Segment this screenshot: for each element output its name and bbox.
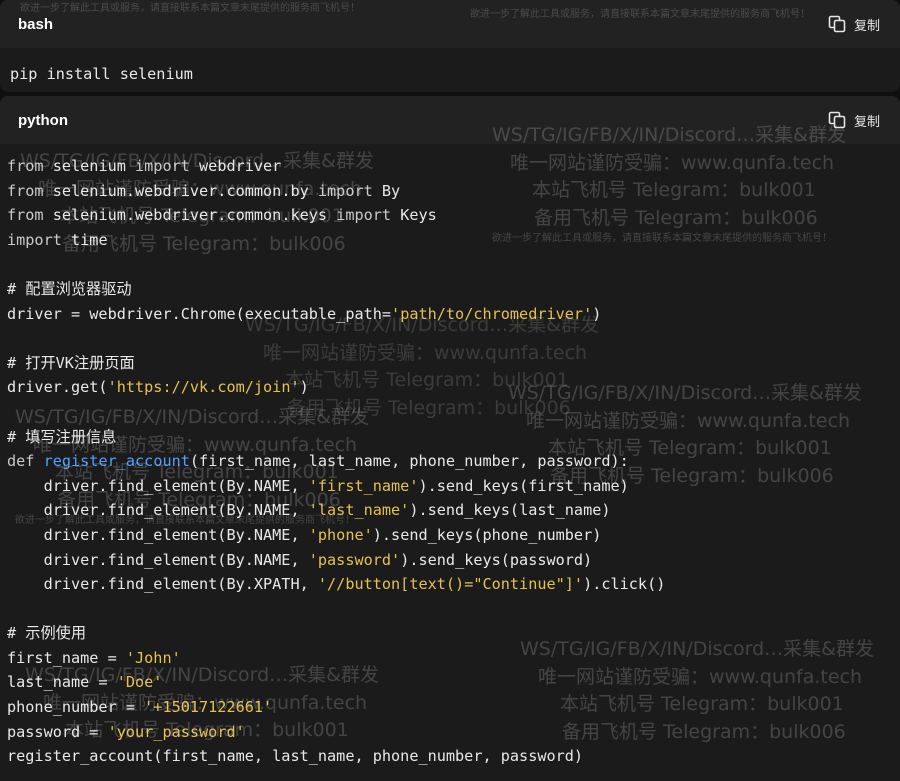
code-text: (first_name, last_name, phone_number, pa… xyxy=(189,452,629,471)
code-line: # 打开VK注册页面 xyxy=(7,351,900,376)
code-keyword: from xyxy=(7,181,44,200)
code-line: first_name = 'John' xyxy=(7,646,900,671)
code-text: By xyxy=(372,181,401,200)
code-text: phone_number = xyxy=(7,698,145,717)
code-text: ) xyxy=(299,378,309,397)
code-string: 'John' xyxy=(125,648,181,667)
code-string: 'path/to/chromedriver' xyxy=(391,304,593,323)
code-string: '//button[text()="Continue"]' xyxy=(317,575,584,594)
code-line: driver.find_element(By.NAME, 'phone').se… xyxy=(7,523,900,548)
code-text: driver.find_element(By.NAME, xyxy=(7,525,309,544)
code-line: # 示例使用 xyxy=(7,621,900,646)
bash-language-label: bash xyxy=(18,15,54,33)
code-keyword: import xyxy=(317,181,373,200)
python-language-label: python xyxy=(18,111,68,129)
code-line: def register_account(first_name, last_na… xyxy=(7,449,900,474)
code-line: driver.get('https://vk.com/join') xyxy=(7,375,900,400)
bash-code-header: bash 复制 xyxy=(0,0,900,48)
code-text: selenium.webdriver.common.keys xyxy=(43,206,337,225)
code-text: ) xyxy=(592,304,602,323)
code-line: register_account(first_name, last_name, … xyxy=(7,744,900,769)
code-text: selenium.webdriver.common.by xyxy=(43,181,318,200)
code-line: driver.find_element(By.NAME, 'password')… xyxy=(7,548,900,573)
code-line: import time xyxy=(7,228,900,253)
bash-code: pip install selenium xyxy=(10,65,193,83)
code-string: 'your_password' xyxy=(107,722,245,741)
code-comment: # 示例使用 xyxy=(7,624,87,643)
code-line: # 填写注册信息 xyxy=(7,425,900,450)
code-keyword: import xyxy=(336,206,392,225)
code-text: last_name = xyxy=(7,673,117,692)
code-line: driver.find_element(By.NAME, 'last_name'… xyxy=(7,498,900,523)
code-text: driver.find_element(By.XPATH, xyxy=(7,575,318,594)
bash-copy-button[interactable]: 复制 xyxy=(828,15,880,34)
code-text: driver.find_element(By.NAME, xyxy=(7,476,309,495)
code-line: driver.find_element(By.NAME, 'first_name… xyxy=(7,474,900,499)
code-comment: # 填写注册信息 xyxy=(7,427,117,446)
code-keyword: import xyxy=(135,157,190,175)
code-text: driver = webdriver.Chrome(executable_pat… xyxy=(7,304,392,323)
code-line: from selenium.webdriver.common.by import… xyxy=(7,179,900,204)
code-text: driver.find_element(By.NAME, xyxy=(7,501,309,520)
code-string: 'password' xyxy=(308,550,401,569)
code-line: driver.find_element(By.XPATH, '//button[… xyxy=(7,572,900,597)
code-line: from selenium import webdriver xyxy=(7,154,900,179)
code-text: ).send_keys(password) xyxy=(400,550,593,569)
code-keyword: from xyxy=(7,157,44,175)
code-string: 'https://vk.com/join' xyxy=(107,378,300,397)
code-comment: # 打开VK注册页面 xyxy=(7,353,135,372)
code-text: webdriver xyxy=(189,157,282,175)
code-line: last_name = 'Doe' xyxy=(7,670,900,695)
code-line: phone_number = '+15017122661' xyxy=(7,695,900,720)
code-text: Keys xyxy=(391,206,437,225)
code-string: '+15017122661' xyxy=(144,698,273,717)
code-text: ).send_keys(first_name) xyxy=(418,476,629,495)
code-text: ).send_keys(last_name) xyxy=(409,501,611,520)
copy-icon xyxy=(828,15,846,33)
code-text: selenium xyxy=(43,157,136,175)
code-text: driver.get( xyxy=(7,378,108,397)
code-text: time xyxy=(61,230,108,249)
code-text: password = xyxy=(7,722,108,741)
code-string: 'last_name' xyxy=(308,501,410,520)
code-text: driver.find_element(By.NAME, xyxy=(7,550,309,569)
copy-label: 复制 xyxy=(853,17,880,33)
code-line: driver = webdriver.Chrome(executable_pat… xyxy=(7,302,900,327)
code-line: from selenium.webdriver.common.keys impo… xyxy=(7,203,900,228)
code-text: first_name = xyxy=(7,648,126,667)
copy-icon xyxy=(828,111,846,129)
code-line: # 配置浏览器驱动 xyxy=(7,277,900,302)
python-code-block: python 复制 from selenium import webdriver… xyxy=(0,96,900,781)
code-string: 'phone' xyxy=(308,525,373,544)
code-keyword: import xyxy=(7,230,62,249)
python-code-header: python 复制 xyxy=(0,96,900,144)
code-text: ).send_keys(phone_number) xyxy=(372,525,602,544)
code-keyword: from xyxy=(7,206,44,225)
code-function-name: register_account xyxy=(43,452,190,471)
copy-label: 复制 xyxy=(853,113,880,129)
python-copy-button[interactable]: 复制 xyxy=(828,111,880,130)
code-text: ).click() xyxy=(583,575,666,594)
code-text: register_account(first_name, last_name, … xyxy=(7,747,584,766)
code-line: password = 'your_password' xyxy=(7,720,900,745)
code-comment: # 配置浏览器驱动 xyxy=(7,279,132,298)
code-string: 'Doe' xyxy=(116,673,163,692)
code-keyword: def xyxy=(7,452,35,471)
bash-code-block: bash 复制 pip install selenium xyxy=(0,0,900,92)
python-code: from selenium import webdriver from selen… xyxy=(7,154,900,769)
code-string: 'first_name' xyxy=(308,476,419,495)
